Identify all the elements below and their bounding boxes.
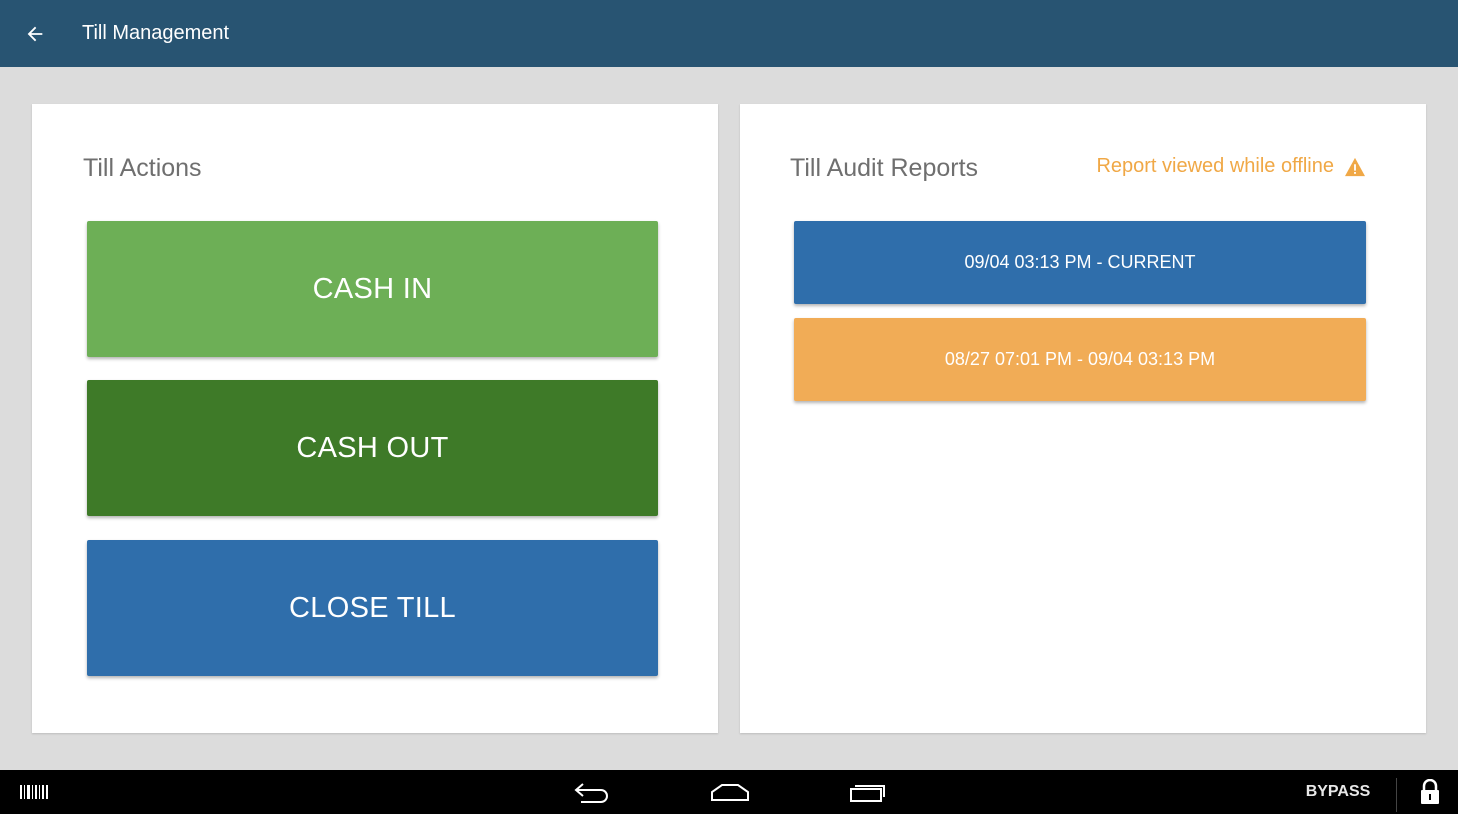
cash-in-button[interactable]: CASH IN — [87, 221, 658, 357]
offline-warning-text: Report viewed while offline — [1096, 155, 1334, 177]
offline-warning: Report viewed while offline — [1096, 155, 1366, 178]
till-actions-title: Till Actions — [83, 154, 202, 182]
page-title: Till Management — [82, 22, 230, 44]
nav-recents-button[interactable] — [836, 770, 900, 814]
lock-button[interactable] — [1410, 770, 1450, 814]
nav-recents-icon — [850, 785, 885, 802]
till-audit-reports-card: Till Audit Reports Report viewed while o… — [740, 104, 1426, 733]
arrow-left-icon — [27, 26, 43, 41]
close-till-button[interactable]: CLOSE TILL — [87, 540, 658, 676]
back-button[interactable] — [0, 0, 70, 67]
nav-back-icon — [574, 783, 608, 803]
nav-home-button[interactable] — [698, 770, 762, 814]
cash-out-button[interactable]: CASH OUT — [87, 380, 658, 516]
system-nav-bar: BYPASS — [0, 770, 1458, 814]
app-bar: Till Management — [0, 0, 1458, 67]
warning-triangle-icon — [1345, 157, 1365, 176]
till-audit-reports-title: Till Audit Reports — [790, 154, 979, 182]
barcode-button[interactable] — [14, 770, 54, 814]
report-current-button[interactable]: 09/04 03:13 PM - CURRENT — [794, 221, 1366, 304]
lock-icon — [1421, 779, 1439, 804]
nav-back-button[interactable] — [560, 770, 624, 814]
nav-home-icon — [711, 784, 749, 801]
till-actions-card: Till Actions CASH IN CASH OUT CLOSE TILL — [32, 104, 718, 733]
bypass-button[interactable]: BYPASS — [1290, 770, 1386, 814]
report-past-button[interactable]: 08/27 07:01 PM - 09/04 03:13 PM — [794, 318, 1366, 401]
barcode-icon — [20, 785, 48, 799]
nav-divider — [1396, 778, 1397, 812]
